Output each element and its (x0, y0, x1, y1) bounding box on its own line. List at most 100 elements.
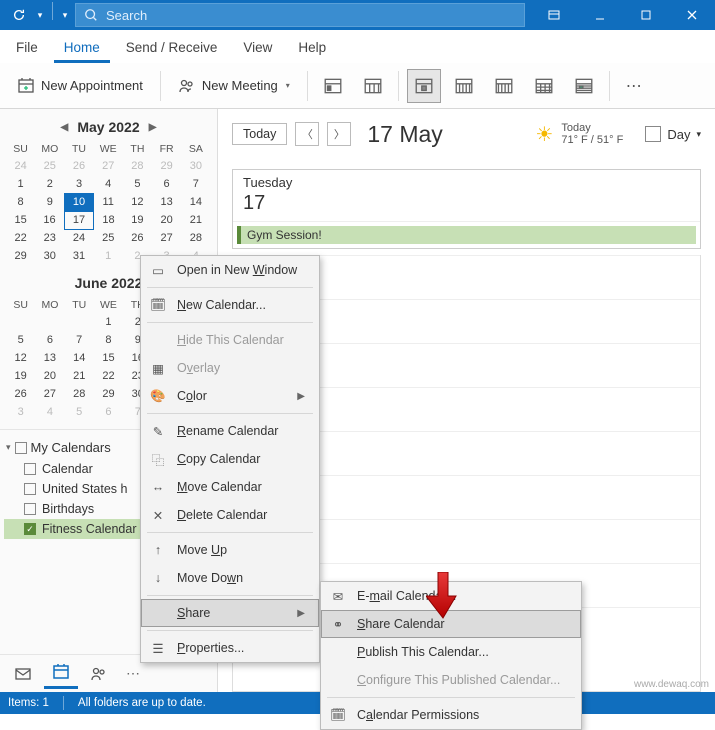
maximize-button[interactable] (623, 0, 669, 30)
status-folders: All folders are up to date. (78, 697, 206, 709)
separator (609, 71, 610, 101)
nav-calendar[interactable] (44, 659, 78, 689)
mini-calendar-may[interactable]: SUMOTUWETHFRSA 24252627282930 1234567 89… (6, 141, 211, 265)
checkbox[interactable] (24, 463, 36, 475)
rename-icon: ✎ (149, 423, 167, 439)
ribbon-view-next7[interactable] (356, 69, 390, 103)
ctx-color[interactable]: 🎨Color▶ (141, 382, 319, 410)
ribbon-view-day[interactable] (407, 69, 441, 103)
customize-dropdown[interactable]: ▾ (59, 2, 71, 28)
day-number: 17 (233, 192, 700, 221)
share-icon: ⚭ (329, 616, 347, 632)
weather-widget[interactable]: ☀ Today 71° F / 51° F (535, 122, 623, 147)
cal-prev-month[interactable]: ◀ (57, 120, 71, 134)
ctx-copy[interactable]: ⿻Copy Calendar (141, 445, 319, 473)
ribbon-view-month[interactable] (527, 69, 561, 103)
calendar-icon: 🗓 (149, 297, 167, 313)
search-input[interactable]: Search (75, 3, 525, 27)
status-items: Items: 1 (8, 697, 49, 709)
copy-icon: ⿻ (149, 451, 167, 467)
arrow-down-icon: ↓ (149, 570, 167, 586)
new-meeting-label: New Meeting (202, 78, 278, 93)
properties-icon: ☰ (149, 640, 167, 656)
ribbon-view-schedule[interactable] (567, 69, 601, 103)
separator (160, 71, 161, 101)
separator (52, 2, 53, 20)
new-meeting-button[interactable]: New Meeting ▾ (169, 69, 299, 103)
menu-home[interactable]: Home (54, 34, 110, 63)
appointment-icon (17, 77, 35, 95)
nav-more[interactable]: ⋯ (120, 665, 148, 682)
ctx-calendar-permissions[interactable]: 🗓Calendar Permissions (321, 701, 581, 729)
next-day-button[interactable]: 〉 (327, 122, 351, 146)
cal-month2-title: June 2022 (75, 275, 143, 291)
watermark: www.dewaq.com (634, 679, 709, 690)
checkbox[interactable] (24, 503, 36, 515)
mail-icon: ✉ (329, 588, 347, 604)
ribbon-display-button[interactable] (531, 0, 577, 30)
menubar: File Home Send / Receive View Help (0, 30, 715, 63)
new-appointment-button[interactable]: New Appointment (8, 69, 152, 103)
ctx-open-new-window[interactable]: ▭Open in New Window (141, 256, 319, 284)
ctx-share[interactable]: Share▶ (141, 599, 319, 627)
chevron-right-icon: ▶ (297, 608, 305, 619)
prev-day-button[interactable]: 〈 (295, 122, 319, 146)
context-menu-calendar: ▭Open in New Window 🗓New Calendar... Hid… (140, 255, 320, 663)
ctx-move-down[interactable]: ↓Move Down (141, 564, 319, 592)
ctx-move[interactable]: ↔Move Calendar (141, 473, 319, 501)
quick-access-dropdown[interactable]: ▾ (34, 2, 46, 28)
minimize-button[interactable] (577, 0, 623, 30)
ctx-rename[interactable]: ✎Rename Calendar (141, 417, 319, 445)
ctx-properties[interactable]: ☰Properties... (141, 634, 319, 662)
move-icon: ↔ (149, 479, 167, 495)
ribbon-view-week[interactable] (487, 69, 521, 103)
titlebar: ▾ ▾ Search (0, 0, 715, 30)
nav-people[interactable] (82, 659, 116, 689)
checkbox[interactable] (24, 483, 36, 495)
cal-next-month[interactable]: ▶ (146, 120, 160, 134)
calendar-icon (645, 126, 661, 142)
ctx-move-up[interactable]: ↑Move Up (141, 536, 319, 564)
separator (398, 71, 399, 101)
search-placeholder: Search (106, 8, 147, 23)
window-icon: ▭ (149, 262, 167, 278)
ctx-configure-published: Configure This Published Calendar... (321, 666, 581, 694)
ribbon-view-workweek[interactable] (447, 69, 481, 103)
sun-icon: ☀ (535, 122, 553, 147)
ctx-new-calendar[interactable]: 🗓New Calendar... (141, 291, 319, 319)
ribbon-more[interactable]: ⋯ (618, 72, 652, 100)
arrow-up-icon: ↑ (149, 542, 167, 558)
chevron-down-icon: ▾ (696, 129, 701, 140)
meeting-icon (178, 77, 196, 95)
menu-send-receive[interactable]: Send / Receive (116, 34, 228, 63)
checkbox-checked[interactable]: ✓ (24, 523, 36, 535)
chevron-right-icon: ▶ (297, 391, 305, 402)
ctx-overlay: ▦Overlay (141, 354, 319, 382)
ctx-delete[interactable]: ✕Delete Calendar (141, 501, 319, 529)
ctx-email-calendar[interactable]: ✉E-mail Calendar... (321, 582, 581, 610)
sync-button[interactable] (6, 2, 32, 28)
ribbon: New Appointment New Meeting ▾ ⋯ (0, 63, 715, 109)
ctx-publish-calendar[interactable]: Publish This Calendar... (321, 638, 581, 666)
today-button[interactable]: Today (232, 123, 287, 145)
my-calendars-label: My Calendars (31, 440, 111, 455)
chevron-down-icon: ▾ (6, 442, 11, 453)
new-appointment-label: New Appointment (41, 78, 143, 93)
palette-icon: 🎨 (149, 388, 167, 404)
permissions-icon: 🗓 (329, 707, 347, 723)
menu-help[interactable]: Help (288, 34, 336, 63)
my-calendars-checkbox[interactable] (15, 442, 27, 454)
menu-view[interactable]: View (233, 34, 282, 63)
ctx-hide-calendar: Hide This Calendar (141, 326, 319, 354)
nav-mail[interactable] (6, 659, 40, 689)
date-heading: 17 May (367, 121, 442, 148)
cal-month1-title: May 2022 (77, 119, 139, 135)
context-menu-share: ✉E-mail Calendar... ⚭Share Calendar Publ… (320, 581, 582, 730)
view-selector[interactable]: Day ▾ (645, 126, 701, 142)
close-button[interactable] (669, 0, 715, 30)
allday-event[interactable]: Gym Session! (237, 226, 696, 244)
ribbon-view-today[interactable] (316, 69, 350, 103)
delete-icon: ✕ (149, 507, 167, 523)
menu-file[interactable]: File (6, 34, 48, 63)
ctx-share-calendar[interactable]: ⚭Share Calendar (321, 610, 581, 638)
